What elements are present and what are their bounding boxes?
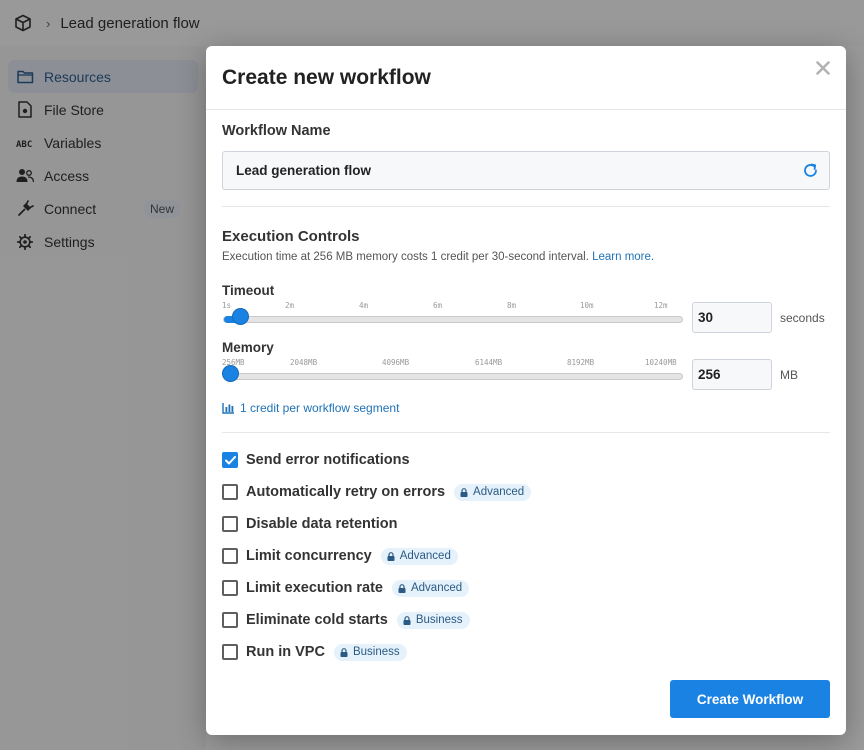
option-label: Eliminate cold starts bbox=[246, 612, 388, 628]
divider bbox=[222, 206, 830, 207]
option-eliminate-cold-starts[interactable]: Eliminate cold starts Business bbox=[222, 604, 830, 636]
timeout-value: 30 bbox=[698, 310, 714, 325]
divider bbox=[222, 432, 830, 433]
option-limit-concurrency[interactable]: Limit concurrency Advanced bbox=[222, 540, 830, 572]
checkbox[interactable] bbox=[222, 644, 238, 660]
badge-label: Business bbox=[415, 614, 463, 626]
memory-slider-track[interactable] bbox=[223, 373, 683, 380]
dialog-body: Workflow Name Lead generation flow Execu… bbox=[206, 123, 846, 668]
memory-unit: MB bbox=[780, 368, 798, 382]
badge-label: Business bbox=[352, 646, 400, 658]
memory-tick: 2048MB bbox=[290, 358, 318, 367]
workflow-name-label: Workflow Name bbox=[222, 123, 331, 139]
memory-input[interactable]: 256 bbox=[692, 359, 772, 390]
lock-icon bbox=[398, 583, 406, 593]
option-label: Disable data retention bbox=[246, 516, 398, 532]
credit-info-text: 1 credit per workflow segment bbox=[240, 401, 400, 415]
execution-controls-description: Execution time at 256 MB memory costs 1 … bbox=[222, 251, 830, 263]
lock-icon bbox=[460, 487, 468, 497]
memory-tick: 6144MB bbox=[475, 358, 503, 367]
workflow-name-value: Lead generation flow bbox=[236, 163, 372, 178]
refresh-icon[interactable] bbox=[802, 162, 819, 179]
timeout-tick: 4m bbox=[359, 301, 369, 310]
timeout-input[interactable]: 30 bbox=[692, 302, 772, 333]
option-label: Limit concurrency bbox=[246, 548, 372, 564]
checkbox[interactable] bbox=[222, 612, 238, 628]
advanced-badge: Advanced bbox=[454, 483, 532, 501]
timeout-ticks: 1s 2m 4m 6m 8m 10m 12m bbox=[222, 301, 684, 311]
memory-tick: 10240MB bbox=[645, 358, 677, 367]
option-send-error-notifications[interactable]: Send error notifications bbox=[222, 444, 830, 476]
timeout-tick: 10m bbox=[580, 301, 594, 310]
execution-cost-text: Execution time at 256 MB memory costs 1 … bbox=[222, 251, 589, 263]
learn-more-link[interactable]: Learn more. bbox=[592, 251, 654, 263]
timeout-tick: 8m bbox=[507, 301, 517, 310]
checkbox[interactable] bbox=[222, 516, 238, 532]
option-label: Run in VPC bbox=[246, 644, 325, 660]
create-workflow-dialog: Create new workflow Workflow Name Lead g… bbox=[206, 46, 846, 735]
memory-control: Memory 256MB 2048MB 4096MB 6144MB 8192MB… bbox=[222, 340, 830, 397]
workflow-name-input[interactable]: Lead generation flow bbox=[222, 151, 830, 190]
dialog-title: Create new workflow bbox=[222, 66, 431, 89]
memory-label: Memory bbox=[222, 340, 274, 355]
memory-value: 256 bbox=[698, 367, 721, 382]
business-badge: Business bbox=[396, 611, 470, 629]
checkbox[interactable] bbox=[222, 580, 238, 596]
option-label: Automatically retry on errors bbox=[246, 484, 446, 500]
lock-icon bbox=[387, 551, 395, 561]
option-label: Limit execution rate bbox=[246, 580, 383, 596]
bar-chart-icon bbox=[222, 403, 234, 414]
create-workflow-button[interactable]: Create Workflow bbox=[670, 680, 830, 718]
lock-icon bbox=[403, 615, 411, 625]
lock-icon bbox=[340, 647, 348, 657]
execution-controls-title: Execution Controls bbox=[222, 228, 360, 245]
advanced-badge: Advanced bbox=[391, 579, 470, 597]
memory-tick: 4096MB bbox=[382, 358, 410, 367]
checkbox[interactable] bbox=[222, 484, 238, 500]
business-badge: Business bbox=[333, 643, 407, 661]
option-run-in-vpc[interactable]: Run in VPC Business bbox=[222, 636, 830, 668]
checkbox-checked[interactable] bbox=[222, 452, 238, 468]
timeout-unit: seconds bbox=[780, 311, 825, 325]
option-automatically-retry-on-errors[interactable]: Automatically retry on errors Advanced bbox=[222, 476, 830, 508]
advanced-badge: Advanced bbox=[380, 547, 458, 565]
badge-label: Advanced bbox=[473, 486, 525, 498]
timeout-tick: 6m bbox=[433, 301, 443, 310]
badge-label: Advanced bbox=[410, 582, 463, 594]
option-disable-data-retention[interactable]: Disable data retention bbox=[222, 508, 830, 540]
check-icon bbox=[224, 455, 236, 464]
timeout-tick: 1s bbox=[222, 301, 232, 310]
option-limit-execution-rate[interactable]: Limit execution rate Advanced bbox=[222, 572, 830, 604]
checkbox[interactable] bbox=[222, 548, 238, 564]
workflow-options: Send error notifications Automatically re… bbox=[222, 444, 830, 668]
memory-ticks: 256MB 2048MB 4096MB 6144MB 8192MB 10240M… bbox=[222, 358, 684, 368]
badge-label: Advanced bbox=[399, 550, 451, 562]
option-label: Send error notifications bbox=[246, 452, 410, 468]
timeout-tick: 2m bbox=[285, 301, 295, 310]
close-icon[interactable] bbox=[814, 59, 832, 77]
memory-slider-handle[interactable] bbox=[223, 366, 238, 381]
timeout-label: Timeout bbox=[222, 283, 275, 298]
timeout-tick: 12m bbox=[654, 301, 668, 310]
dialog-header: Create new workflow bbox=[206, 46, 846, 110]
timeout-slider-track[interactable] bbox=[223, 316, 683, 323]
timeout-control: Timeout 1s 2m 4m 6m 8m 10m 12m 30 second… bbox=[222, 283, 830, 340]
credit-info-link[interactable]: 1 credit per workflow segment bbox=[222, 401, 830, 415]
memory-tick: 8192MB bbox=[567, 358, 595, 367]
